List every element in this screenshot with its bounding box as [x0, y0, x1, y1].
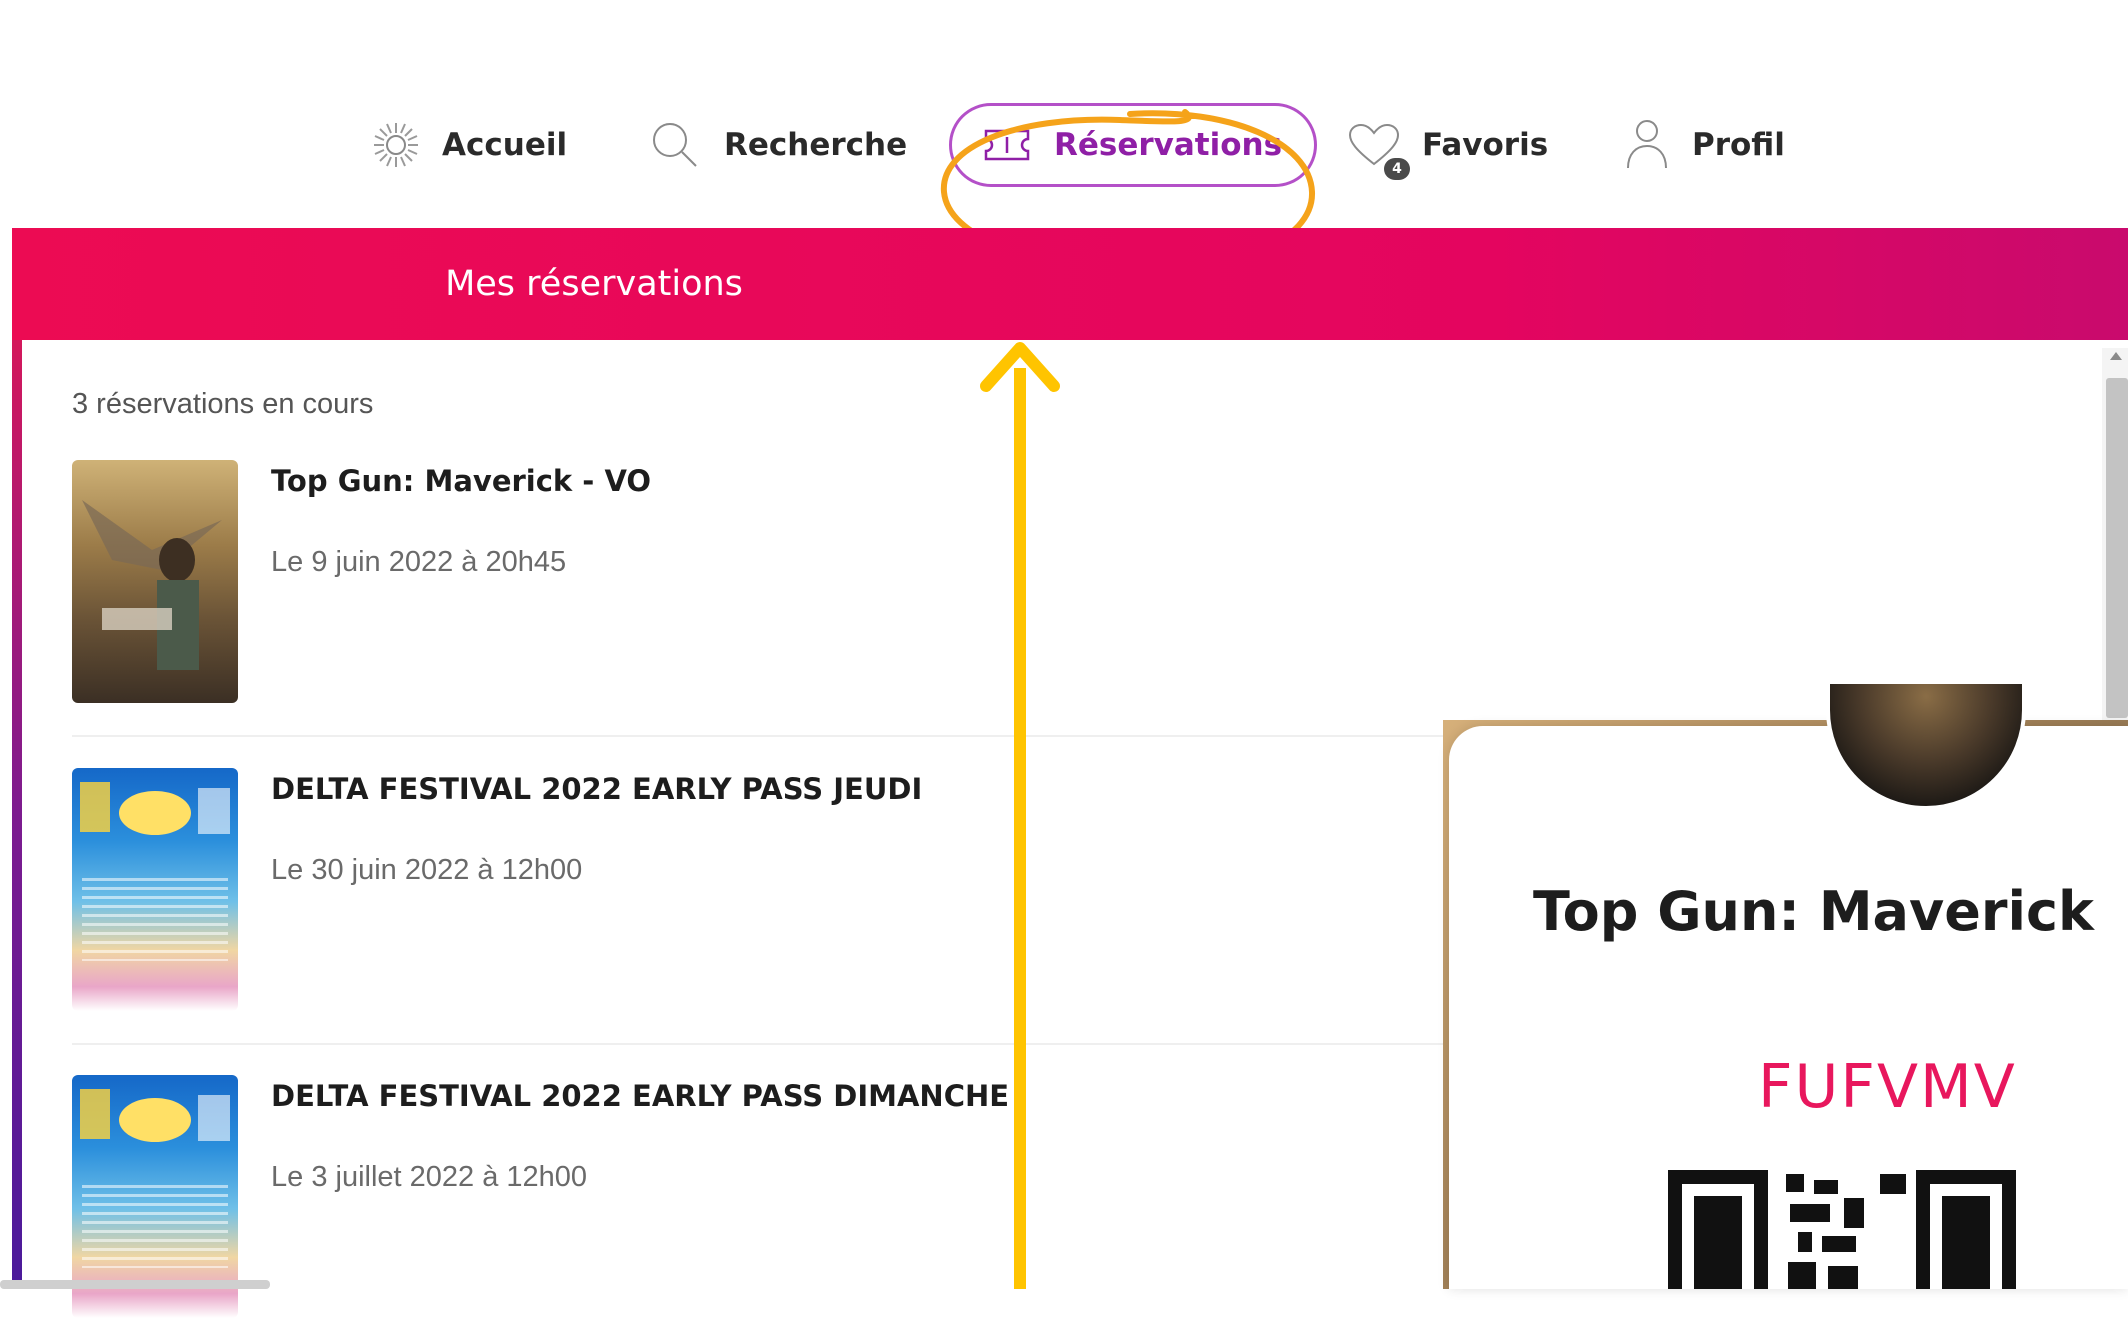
- nav-label-recherche: Recherche: [724, 127, 908, 163]
- left-edge-bar: [12, 228, 22, 1289]
- list-divider: [72, 735, 1462, 737]
- ticket-code: FUFVMV: [1758, 1052, 2017, 1122]
- arrow-annotation: [980, 342, 1060, 1289]
- nav-item-favoris[interactable]: 4 Favoris: [1346, 90, 1548, 200]
- reservation-count: 3 réservations en cours: [72, 388, 374, 420]
- nav-label-reservations: Réservations: [1054, 127, 1283, 163]
- top-navigation: Accueil Recherche Réservations 4 Favoris…: [0, 90, 2128, 274]
- horizontal-scrollbar[interactable]: [0, 1280, 270, 1289]
- qr-code: [1668, 1170, 2016, 1289]
- search-icon: [653, 123, 697, 167]
- nav-item-reservations[interactable]: Réservations: [949, 103, 1318, 187]
- nav-item-recherche[interactable]: Recherche: [648, 90, 907, 200]
- favoris-icon-wrap: 4: [1346, 120, 1416, 180]
- reservation-title: DELTA FESTIVAL 2022 EARLY PASS DIMANCHE: [271, 1079, 1010, 1113]
- nav-label-accueil: Accueil: [442, 127, 568, 163]
- favoris-badge: 4: [1384, 158, 1410, 180]
- reservation-title: DELTA FESTIVAL 2022 EARLY PASS JEUDI: [271, 772, 923, 806]
- nav-label-favoris: Favoris: [1422, 127, 1549, 163]
- list-divider: [72, 1043, 1462, 1045]
- reservation-title: Top Gun: Maverick - VO: [271, 464, 652, 498]
- scrollbar-thumb[interactable]: [2106, 378, 2128, 718]
- ticket-icon: [984, 129, 1030, 161]
- ticket-title: Top Gun: Maverick: [1533, 880, 2094, 943]
- nav-item-profil[interactable]: Profil: [1624, 90, 1785, 200]
- reservation-date: Le 30 juin 2022 à 12h00: [271, 854, 583, 886]
- page-header: Mes réservations: [12, 228, 2128, 340]
- reservation-date: Le 9 juin 2022 à 20h45: [271, 546, 567, 578]
- sun-icon: [374, 123, 418, 167]
- poster-image: [72, 460, 238, 703]
- nav-label-profil: Profil: [1692, 127, 1785, 163]
- poster-image: [72, 768, 238, 1011]
- reservation-date: Le 3 juillet 2022 à 12h00: [271, 1161, 588, 1193]
- page-title: Mes réservations: [445, 264, 743, 304]
- scroll-up-arrow-icon[interactable]: [2110, 352, 2122, 360]
- nav-item-accueil[interactable]: Accueil: [372, 90, 567, 200]
- user-icon: [1627, 120, 1667, 169]
